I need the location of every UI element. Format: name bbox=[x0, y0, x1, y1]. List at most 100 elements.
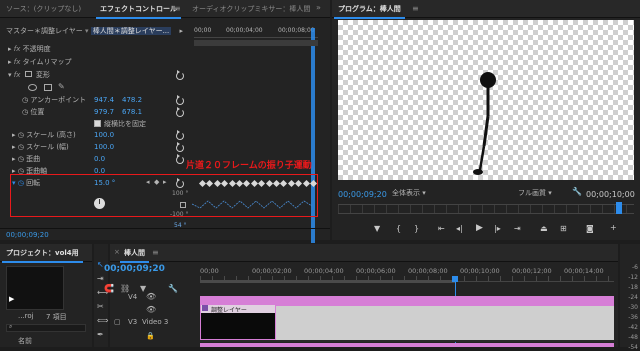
ruler-tick-label: 00;00;10;00 bbox=[460, 267, 500, 275]
toggle-output-icon[interactable]: 👁 bbox=[146, 305, 156, 314]
ruler-tick-label: 00;00;06;00 bbox=[356, 267, 396, 275]
add-marker-icon[interactable]: ▼ bbox=[374, 224, 380, 233]
meter-db-label: -6 bbox=[632, 264, 638, 271]
meter-db-label: -12 bbox=[628, 274, 638, 281]
master-dropdown-icon[interactable]: ▾ bbox=[85, 27, 91, 35]
reset-icon[interactable] bbox=[176, 154, 184, 164]
clip-label[interactable]: 棒人間＊調整レイヤー... bbox=[90, 27, 172, 35]
clip-adjustment-layer[interactable]: 調整レイヤー bbox=[200, 304, 276, 340]
razor-tool-icon[interactable]: ✂ bbox=[97, 302, 104, 311]
tab-effect-controls[interactable]: エフェクトコントロール bbox=[96, 4, 181, 19]
reset-icon[interactable] bbox=[176, 70, 184, 80]
play-thumbnail-icon[interactable]: ▶ bbox=[9, 295, 14, 303]
stick-figure bbox=[473, 72, 496, 175]
stopwatch-icon[interactable]: ◷ bbox=[18, 131, 26, 139]
v2-clip-top[interactable] bbox=[200, 343, 614, 347]
effect-opacity-row[interactable]: ▸ fx 不透明度 bbox=[8, 44, 51, 55]
export-frame-icon[interactable]: ◙ bbox=[586, 224, 594, 233]
ec-current-time[interactable]: 00;00;09;20 bbox=[6, 231, 49, 239]
position-x-value[interactable]: 979.7 bbox=[94, 107, 114, 118]
timeline-tab[interactable]: 棒人間 bbox=[120, 248, 149, 263]
pen-mask-icon[interactable]: ✎ bbox=[58, 82, 65, 91]
program-duration: 00;00;10;00 bbox=[586, 190, 635, 199]
track-v4-lane bbox=[200, 290, 614, 304]
project-tabbar: プロジェクト：vol4用 bbox=[0, 244, 92, 263]
effect-transform-row[interactable]: ▾ fx 変形 bbox=[8, 70, 50, 81]
lock-icon[interactable]: 🔒 bbox=[146, 332, 155, 340]
track-target-icon[interactable]: ▢ bbox=[114, 318, 121, 326]
timeline-timecode[interactable]: 00;00;09;20 bbox=[104, 264, 165, 274]
program-current-time[interactable]: 00;00;09;20 bbox=[338, 190, 387, 199]
stick-figure-foot bbox=[473, 169, 483, 175]
meter-db-label: -36 bbox=[628, 314, 638, 321]
extract-icon[interactable]: ⊞ bbox=[560, 224, 567, 233]
scale-width-value[interactable]: 100.0 bbox=[94, 142, 114, 153]
ec-clip-range bbox=[194, 40, 318, 46]
fx-icon: fx bbox=[13, 58, 21, 66]
selection-tool-icon[interactable]: ↖ bbox=[97, 260, 104, 269]
work-area-bar[interactable] bbox=[200, 280, 456, 283]
position-y-value[interactable]: 678.1 bbox=[122, 107, 142, 118]
quality-dropdown[interactable]: フル画質 ▾ bbox=[518, 188, 568, 199]
search-field[interactable]: ⌕ bbox=[6, 323, 86, 332]
play-only-icon[interactable]: ▸ bbox=[179, 27, 183, 35]
panel-menu-icon[interactable]: ≡ bbox=[174, 4, 181, 13]
reset-icon[interactable] bbox=[176, 107, 184, 117]
go-to-in-icon[interactable]: ⇤ bbox=[438, 224, 445, 233]
reset-icon[interactable] bbox=[176, 142, 184, 152]
program-playhead[interactable] bbox=[616, 202, 622, 214]
quality-value: フル画質 bbox=[518, 189, 546, 197]
mark-in-icon[interactable]: { bbox=[396, 224, 401, 233]
search-icon: ⌕ bbox=[9, 323, 13, 330]
eye-icon[interactable]: 👁 bbox=[146, 292, 156, 301]
scale-height-value[interactable]: 100.0 bbox=[94, 130, 114, 141]
column-name-header[interactable]: 名前 bbox=[18, 336, 32, 346]
fit-dropdown[interactable]: 全体表示 ▾ bbox=[392, 188, 452, 199]
clip-gray-block[interactable] bbox=[276, 304, 614, 340]
uniform-scale-checkbox[interactable] bbox=[94, 120, 101, 127]
stopwatch-icon[interactable]: ◷ bbox=[18, 155, 26, 163]
scale-height-row: ▸ ◷ スケール (高さ) bbox=[12, 130, 76, 141]
ec-ruler-tick: 00;00;08;00 bbox=[278, 27, 315, 34]
effect-time-remap-row[interactable]: ▸ fx タイムリマップ bbox=[8, 57, 71, 68]
pen-tool-icon[interactable]: ✒ bbox=[97, 330, 104, 339]
anchor-row: ◷ アンカーポイント bbox=[22, 95, 86, 106]
program-canvas[interactable] bbox=[338, 20, 634, 180]
panel-menu-icon[interactable]: ≡ bbox=[412, 4, 419, 13]
stopwatch-icon[interactable]: ◷ bbox=[18, 143, 26, 151]
project-title[interactable]: プロジェクト：vol4用 bbox=[2, 248, 83, 263]
tab-source[interactable]: ソース：(クリップなし) bbox=[6, 4, 81, 14]
panel-menu-icon[interactable]: ≡ bbox=[152, 248, 159, 257]
anchor-y-value[interactable]: 478.2 bbox=[122, 95, 142, 106]
project-thumbnail[interactable]: ▶ bbox=[6, 266, 64, 310]
ellipse-mask-icon[interactable] bbox=[28, 84, 37, 91]
anchor-x-value[interactable]: 947.4 bbox=[94, 95, 114, 106]
step-forward-icon[interactable]: |▸ bbox=[494, 224, 501, 233]
position-row: ◷ 位置 bbox=[22, 107, 44, 118]
program-mini-ruler[interactable] bbox=[338, 204, 634, 214]
reset-icon[interactable] bbox=[176, 95, 184, 105]
tools-panel: ↖ ⇥ ⟷ ✂ ⟺ ✒ bbox=[94, 244, 108, 347]
close-tab-icon[interactable]: × bbox=[114, 248, 120, 256]
stick-figure-leg-lower bbox=[478, 145, 486, 171]
scale-width-label: スケール (幅) bbox=[26, 143, 69, 151]
play-button[interactable]: ▶ bbox=[476, 223, 483, 233]
track-select-icon[interactable]: ⇥ bbox=[97, 274, 104, 283]
uniform-scale-label: 縦横比を固定 bbox=[104, 120, 146, 128]
step-back-icon[interactable]: ◂| bbox=[456, 224, 463, 233]
slip-tool-icon[interactable]: ⟺ bbox=[97, 316, 108, 325]
clip-label: 調整レイヤー bbox=[211, 307, 247, 314]
mark-out-icon[interactable]: } bbox=[414, 224, 419, 233]
v4-clip-top[interactable] bbox=[200, 296, 614, 304]
add-button-icon[interactable]: + bbox=[610, 223, 617, 232]
reset-icon[interactable] bbox=[176, 130, 184, 140]
go-to-out-icon[interactable]: ⇥ bbox=[514, 224, 521, 233]
overflow-icon[interactable]: » bbox=[316, 3, 321, 12]
skew-value[interactable]: 0.0 bbox=[94, 154, 105, 165]
wrench-icon[interactable]: 🔧 bbox=[572, 187, 582, 196]
tab-audio-clip-mixer[interactable]: オーディオクリップミキサー：棒人間 bbox=[192, 4, 310, 14]
lift-icon[interactable]: ⏏ bbox=[540, 224, 548, 233]
ec-ruler[interactable]: 00;00 00;00;04;00 00;00;08;00 bbox=[194, 26, 318, 38]
rectangle-mask-icon[interactable] bbox=[44, 84, 52, 91]
program-title[interactable]: プログラム：棒人間 bbox=[334, 4, 405, 19]
